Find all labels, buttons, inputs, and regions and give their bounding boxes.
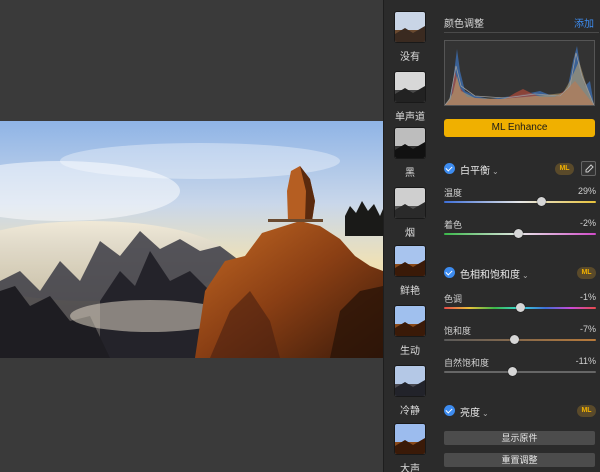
filter-thumbnail [395,306,425,336]
slider-temperature[interactable]: 温度 29% [444,186,596,210]
eyedropper-icon[interactable] [581,161,596,176]
filter-none[interactable]: 没有 [384,12,436,72]
filter-strip: 没有 单声道 黑 烟 鲜艳 生动 冷静 大声 [383,0,435,472]
panel-title: 颜色调整 [444,19,484,30]
filter-mono[interactable]: 单声道 [384,72,436,132]
slider-value: -7% [579,324,596,334]
slider-thumb[interactable] [509,335,519,344]
slider-label: 着色 [444,220,463,230]
checkmark-icon[interactable] [444,267,455,278]
filter-label: 单声道 [395,112,425,123]
slider-label: 饱和度 [444,326,472,336]
divider [444,32,599,33]
filter-black[interactable]: 黑 [384,128,436,188]
reset-adjustments-button[interactable]: 重置调整 [444,453,595,467]
slider-hue[interactable]: 色调 -1% [444,292,596,316]
filter-calm[interactable]: 冷静 [384,366,436,426]
slider-track[interactable] [444,339,596,341]
filter-label: 冷静 [400,406,420,417]
slider-thumb[interactable] [508,367,518,376]
filter-thumbnail [395,246,425,276]
slider-value: -11% [575,356,596,366]
slider-value: -1% [579,292,596,302]
filter-label: 大声 [400,464,420,472]
filter-thumbnail [395,72,425,102]
filter-label: 烟 [405,228,415,239]
filter-thumbnail [395,128,425,158]
filter-label: 生动 [400,346,420,357]
slider-value: -2% [579,218,596,228]
slider-label: 色调 [444,294,463,304]
slider-thumb[interactable] [537,197,547,206]
slider-label: 温度 [444,188,463,198]
chevron-down-icon: ⌄ [482,409,489,418]
adjustment-panel: 颜色调整 添加 ML Enhance 白平衡 ⌄ ML 温度 29% 着色 -2% [435,0,600,472]
slider-track[interactable] [444,201,596,203]
ml-badge[interactable]: ML [577,405,596,417]
slider-track[interactable] [444,371,596,373]
slider-vibrance[interactable]: 自然饱和度 -11% [444,356,596,380]
checkmark-icon[interactable] [444,405,455,416]
photo-preview[interactable] [0,121,383,358]
filter-vivid[interactable]: 鲜艳 [384,246,436,306]
chevron-down-icon: ⌄ [492,167,499,176]
white-balance-header[interactable]: 白平衡 ⌄ ML [444,161,596,178]
ml-enhance-button[interactable]: ML Enhance [444,119,595,137]
panel-header: 颜色调整 添加 [444,15,594,31]
slider-value: 29% [577,186,596,196]
slider-tint[interactable]: 着色 -2% [444,218,596,242]
filter-loud[interactable]: 大声 [384,424,436,472]
section-title: 亮度 ⌄ [460,408,489,419]
canvas-area [0,0,383,472]
filter-label: 没有 [400,52,420,63]
filter-thumbnail [395,12,425,42]
checkmark-icon[interactable] [444,163,455,174]
filter-lively[interactable]: 生动 [384,306,436,366]
filter-thumbnail [395,188,425,218]
slider-saturation[interactable]: 饱和度 -7% [444,324,596,348]
section-title: 色相和饱和度 ⌄ [460,270,529,281]
chevron-down-icon: ⌄ [522,271,529,280]
slider-label: 自然饱和度 [444,358,490,368]
show-original-button[interactable]: 显示原件 [444,431,595,445]
slider-thumb[interactable] [516,303,525,312]
ml-badge[interactable]: ML [577,267,596,279]
filter-thumbnail [395,424,425,454]
hue-saturation-header[interactable]: 色相和饱和度 ⌄ ML [444,266,596,282]
add-button[interactable]: 添加 [574,15,594,30]
slider-thumb[interactable] [514,229,524,238]
filter-smoke[interactable]: 烟 [384,188,436,248]
filter-thumbnail [395,366,425,396]
histogram [444,40,595,106]
section-title: 白平衡 ⌄ [460,166,499,177]
ml-badge[interactable]: ML [555,163,574,175]
filter-label: 鲜艳 [400,286,420,297]
brightness-header[interactable]: 亮度 ⌄ ML [444,404,596,420]
filter-label: 黑 [405,168,415,179]
